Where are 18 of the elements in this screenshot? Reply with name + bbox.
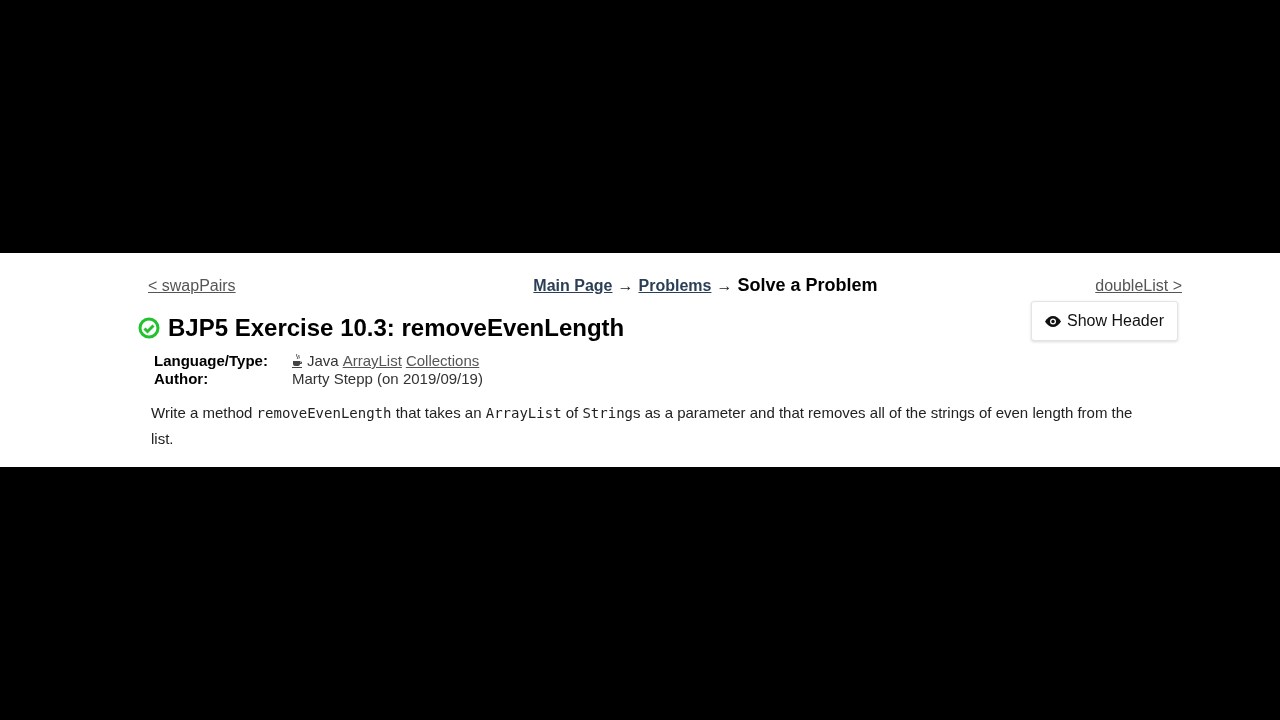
problem-title: BJP5 Exercise 10.3: removeEvenLength: [168, 314, 625, 342]
tag-link[interactable]: ArrayList: [342, 352, 402, 370]
meta-label: Language/Type:: [154, 352, 269, 370]
next-link[interactable]: doubleList >: [1095, 277, 1182, 295]
coffee-cup-icon: [292, 354, 303, 368]
meta-value: Marty Stepp (on 2019/09/19): [292, 370, 483, 388]
breadcrumb-separator: →: [617, 277, 634, 295]
prev-link[interactable]: < swapPairs: [148, 277, 236, 295]
breadcrumb-separator: →: [716, 277, 733, 295]
show-header-button[interactable]: Show Header: [1031, 301, 1178, 341]
meta-value: Java: [307, 352, 339, 370]
tag-link[interactable]: Collections: [405, 352, 480, 370]
breadcrumb-link[interactable]: Problems: [638, 277, 712, 295]
problem-description: Write a method removeEvenLength that takes an ArrayList of Strings as a parameter and that removes all of the strings of even length from the list.: [151, 403, 1134, 449]
meta-label: Author:: [154, 370, 210, 388]
eye-icon: [1045, 315, 1062, 327]
breadcrumb-current: Solve a Problem: [737, 275, 878, 296]
breadcrumb-link[interactable]: Main Page: [533, 277, 613, 295]
